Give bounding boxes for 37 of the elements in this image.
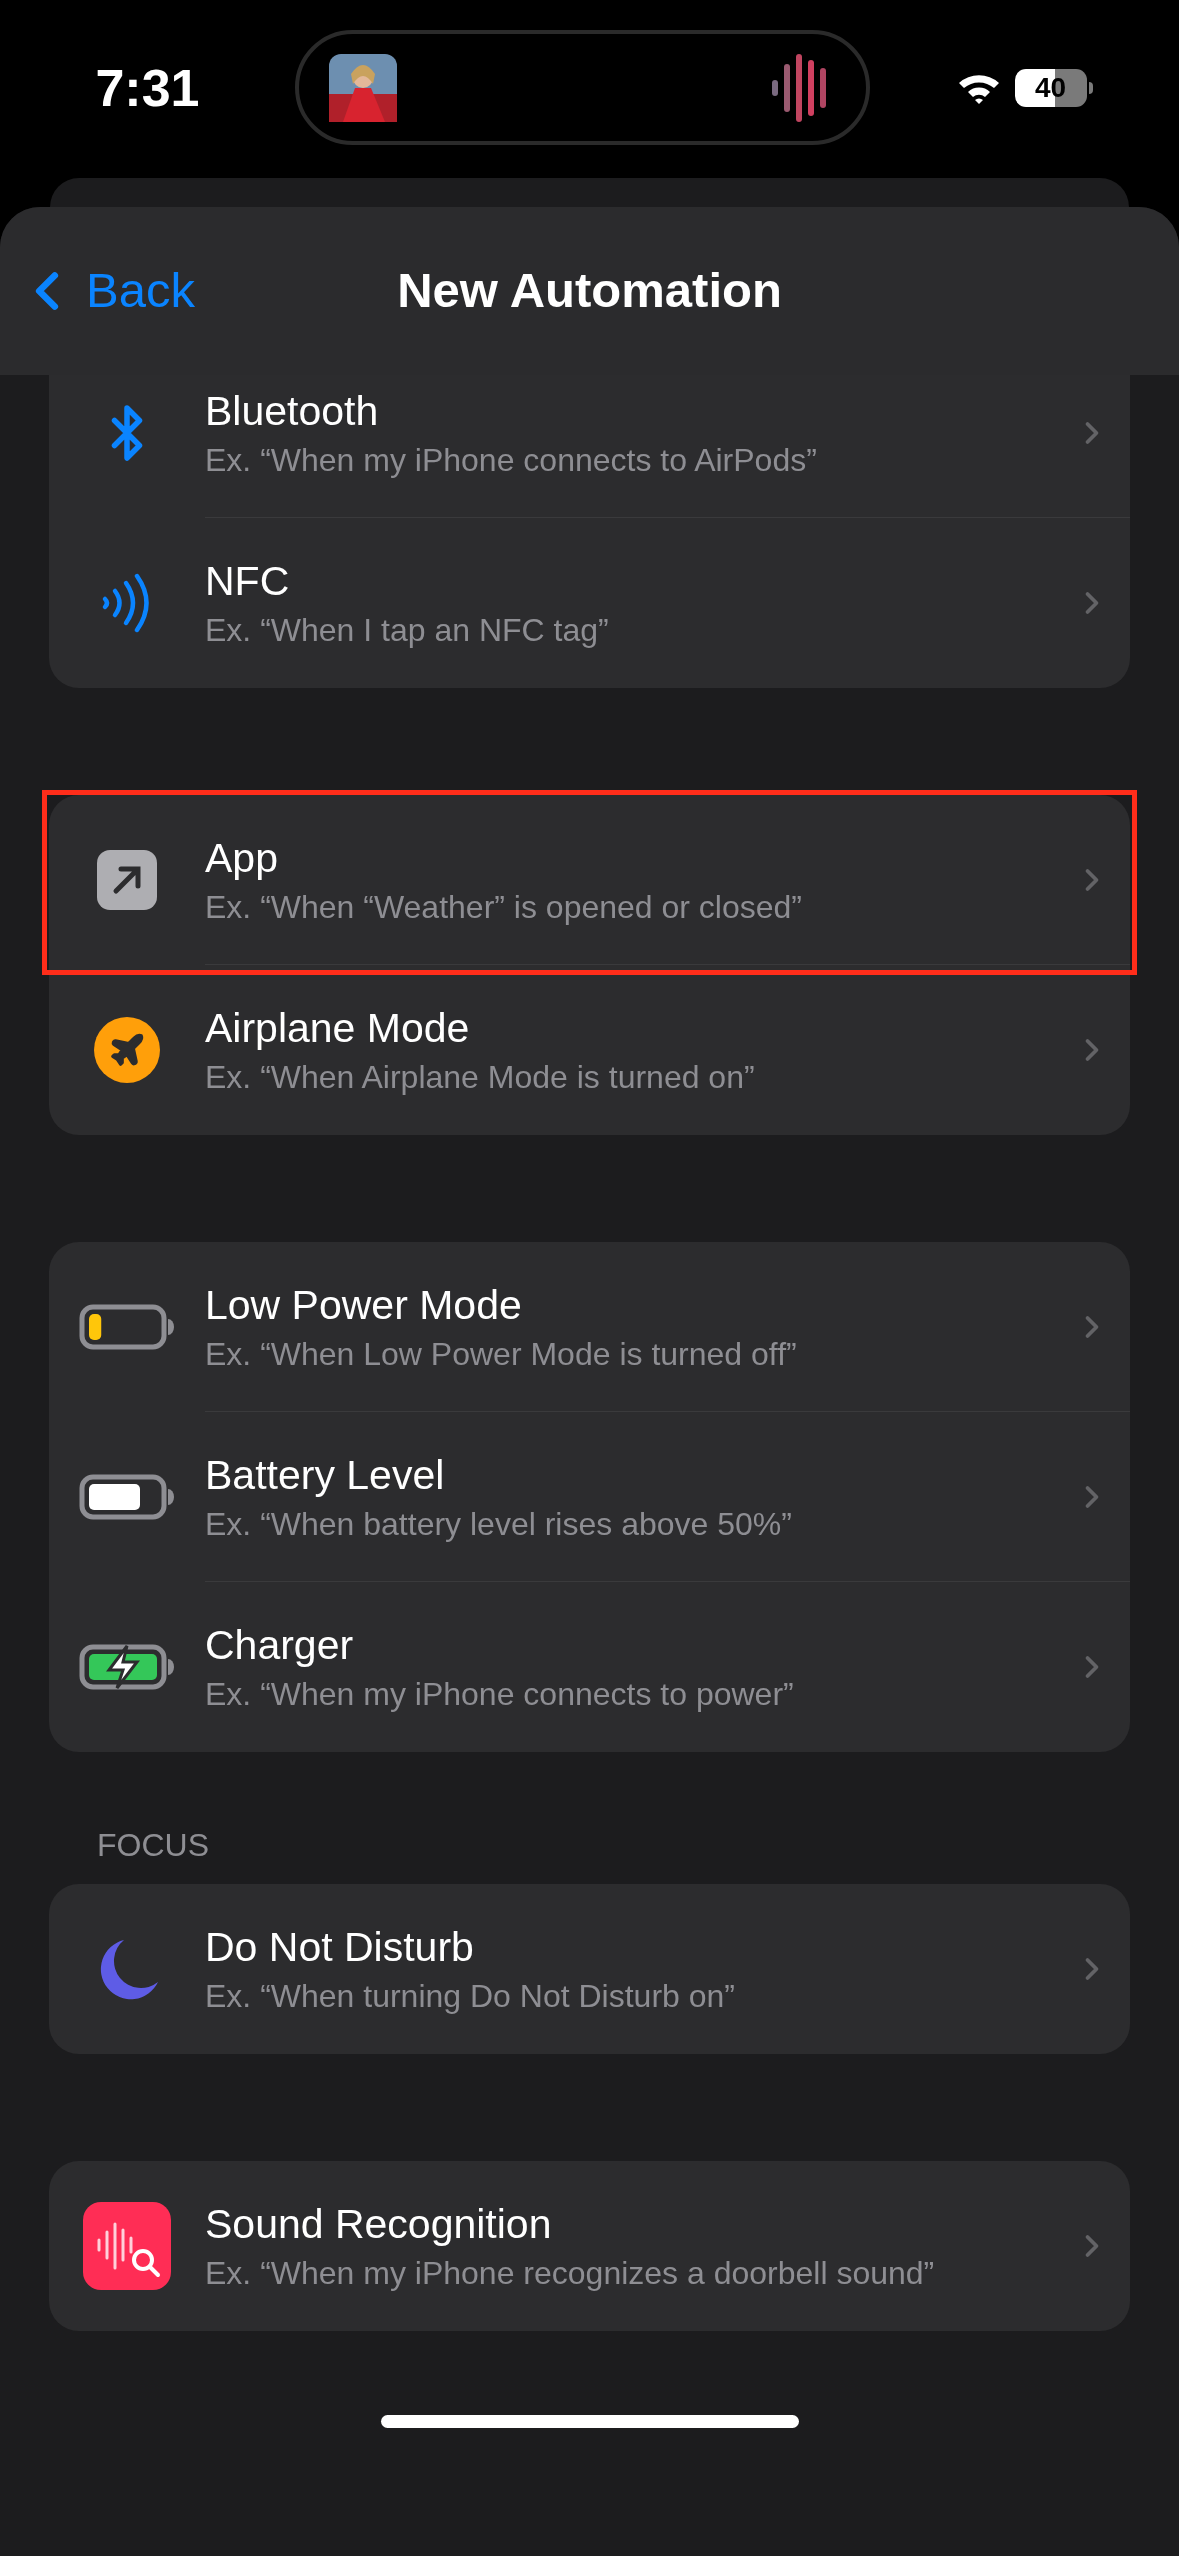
row-title: NFC [205,557,291,605]
automation-row[interactable]: Bluetooth Ex. “When my iPhone connects to AirPods” [49,375,1130,518]
row-subtitle: Ex. “When battery level rises above 50%” [205,1504,793,1543]
charging-battery-icon [79,1644,175,1690]
row-subtitle: Ex. “When turning Do Not Disturb on” [205,1977,736,2015]
arrow-square-icon [97,850,157,910]
row-title: Airplane Mode [205,1004,471,1052]
battery-indicator: 40 [1014,68,1093,107]
automation-row[interactable]: App Ex. “When “Weather” is opened or closed” [49,795,1130,965]
row-subtitle: Ex. “When my iPhone connects to power” [205,1675,795,1713]
row-title: App [205,833,279,882]
row-subtitle: Ex. “When I tap an NFC tag” [205,611,610,649]
row-title: Bluetooth [205,386,380,435]
automation-row[interactable]: Low Power Mode Ex. “When Low Power Mode is turned off” [49,1242,1130,1412]
screen-title: New Automation [397,262,782,320]
automation-row[interactable]: Sound Recognition Ex. “When my iPhone recognizes a doorbell sound” [49,2161,1130,2331]
low-battery-icon [79,1304,175,1350]
automation-row[interactable]: Battery Level Ex. “When battery level rises above 50%” [49,1412,1130,1582]
section-header: FOCUS [97,1826,209,1865]
automation-row[interactable]: Do Not Disturb Ex. “When turning Do Not Disturb on” [49,1884,1130,2054]
row-subtitle: Ex. “When Airplane Mode is turned on” [205,1058,756,1096]
row-title: Low Power Mode [205,1280,523,1329]
row-title: Battery Level [205,1450,446,1499]
row-subtitle: Ex. “When my iPhone recognizes a doorbell sound” [205,2254,936,2292]
row-subtitle: Ex. “When my iPhone connects to AirPods” [205,440,818,479]
row-subtitle: Ex. “When “Weather” is opened or closed” [205,887,803,926]
back-button[interactable]: Back [0,254,195,328]
status-time: 7:31 [95,57,200,119]
sound-recognition-icon [83,2202,171,2290]
battery-icon [79,1474,175,1520]
row-title: Do Not Disturb [205,1923,475,1971]
automation-row[interactable]: NFC Ex. “When I tap an NFC tag” [49,518,1130,688]
row-title: Sound Recognition [205,2200,553,2248]
automation-row[interactable]: Airplane Mode Ex. “When Airplane Mode is turned on” [49,965,1130,1135]
row-title: Charger [205,1621,355,1669]
automation-row[interactable]: Charger Ex. “When my iPhone connects to power” [49,1582,1130,1752]
row-subtitle: Ex. “When Low Power Mode is turned off” [205,1334,798,1373]
